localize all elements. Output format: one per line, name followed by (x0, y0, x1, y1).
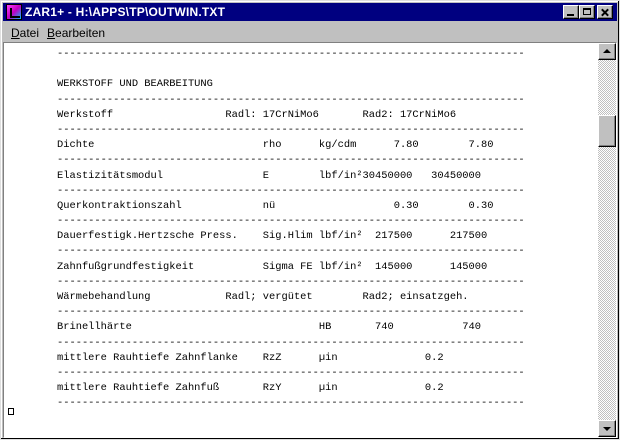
report-line: WERKSTOFF UND BEARBEITUNG (57, 78, 213, 91)
separator-line: ----------------------------------------… (57, 336, 525, 349)
maximize-button[interactable] (579, 5, 595, 19)
separator-line: ----------------------------------------… (57, 245, 525, 258)
scroll-up-button[interactable] (598, 43, 616, 60)
scroll-down-button[interactable] (598, 420, 616, 437)
separator-line: ----------------------------------------… (57, 275, 525, 288)
separator-line: ----------------------------------------… (57, 215, 525, 228)
scroll-thumb[interactable] (598, 115, 616, 147)
text-caret (8, 408, 14, 415)
report-line: Brinellhärte HB 740 740 (57, 321, 482, 334)
report-line: Dichte rho kg/cdm 7.80 7.80 (57, 139, 494, 152)
separator-line: ----------------------------------------… (57, 93, 525, 106)
app-window: ZAR1+ - H:\APPS\TP\OUTWIN.TXT Datei Bear… (0, 0, 620, 440)
menu-datei[interactable]: Datei (11, 26, 39, 40)
document-view: ----------------------------------------… (3, 42, 617, 438)
report-text: ----------------------------------------… (57, 47, 525, 412)
separator-line: ----------------------------------------… (57, 48, 525, 60)
report-line: Dauerfestigk.Hertzsche Press. Sig.Hlim l… (57, 230, 488, 243)
separator-line: ----------------------------------------… (57, 154, 525, 167)
window-title: ZAR1+ - H:\APPS\TP\OUTWIN.TXT (25, 5, 226, 19)
menu-bearbeiten[interactable]: Bearbeiten (47, 26, 105, 40)
report-line: Elastizitätsmodul E lbf/in²30450000 3045… (57, 169, 482, 182)
separator-line: ----------------------------------------… (57, 306, 525, 319)
report-line: Querkontraktionszahl nü 0.30 0.30 (57, 199, 494, 212)
separator-line: ----------------------------------------… (57, 123, 525, 136)
report-line: Werkstoff Radl: 17CrNiMo6 Rad2: 17CrNiMo… (57, 108, 457, 121)
title-bar[interactable]: ZAR1+ - H:\APPS\TP\OUTWIN.TXT (3, 3, 617, 21)
separator-line: ----------------------------------------… (57, 184, 525, 197)
report-line: Wärmebehandlung Radl; vergütet Rad2; ein… (57, 291, 469, 303)
close-button[interactable] (597, 5, 613, 19)
report-text-area[interactable]: ----------------------------------------… (4, 43, 598, 437)
report-line: mittlere Rauhtiefe Zahnflanke RzZ µin 0.… (57, 351, 444, 364)
menu-bar: Datei Bearbeiten (3, 23, 617, 41)
report-line: mittlere Rauhtiefe Zahnfuß RzY µin 0.2 (57, 382, 444, 395)
separator-line: ----------------------------------------… (57, 397, 525, 410)
minimize-button[interactable] (563, 5, 579, 19)
report-line: Zahnfußgrundfestigkeit Sigma FE lbf/in² … (57, 260, 488, 273)
vertical-scrollbar[interactable] (598, 43, 616, 437)
separator-line: ----------------------------------------… (57, 366, 525, 379)
app-icon[interactable] (6, 4, 22, 20)
